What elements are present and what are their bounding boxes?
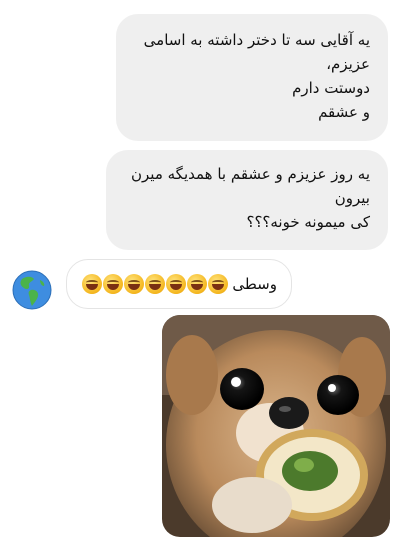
grinning-squint-emoji (103, 274, 124, 294)
message-text: وسطی (232, 275, 277, 293)
message-bubble-1[interactable]: یه آقایی سه تا دختر داشته به اسامی عزیزم… (116, 14, 388, 141)
grinning-squint-emoji (145, 274, 166, 294)
message-line: بیرون (334, 189, 370, 207)
grinning-squint-emoji (208, 274, 229, 294)
message-bubble-3[interactable]: وسطی (66, 259, 292, 309)
message-bubble-2[interactable]: یه روز عزیزم و عشقم با همدیگه میرن بیرون… (106, 150, 388, 250)
avatar[interactable] (12, 270, 52, 310)
message-line: یه آقایی سه تا دختر داشته به اسامی (143, 31, 370, 49)
message-line: یه روز عزیزم و عشقم با همدیگه میرن (131, 165, 370, 183)
dog-photo (162, 315, 390, 537)
message-line: کی میمونه خونه؟؟؟ (246, 213, 370, 231)
emoji-row (82, 274, 229, 294)
grinning-squint-emoji (187, 274, 208, 294)
grinning-squint-emoji (166, 274, 187, 294)
globe-americas-icon (12, 270, 52, 310)
message-line: و عشقم (318, 103, 370, 121)
grinning-squint-emoji (82, 274, 103, 294)
message-line: عزیزم، (326, 55, 370, 73)
message-line: دوستت دارم (292, 79, 370, 97)
photo-message[interactable] (162, 315, 390, 537)
grinning-squint-emoji (124, 274, 145, 294)
